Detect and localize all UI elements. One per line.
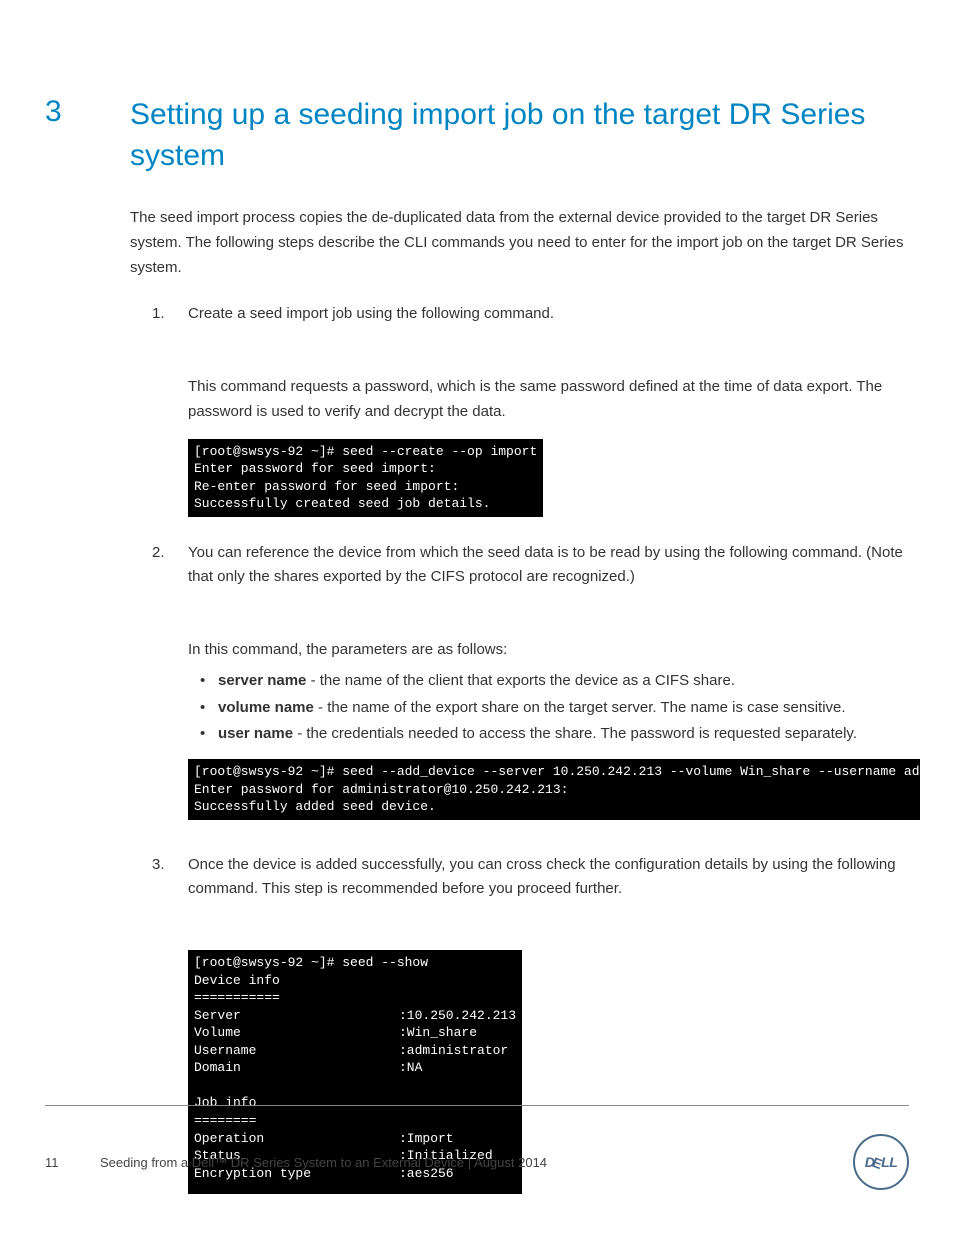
step-2: You can reference the device from which …: [130, 541, 909, 829]
row-key: Domain: [194, 1059, 399, 1077]
row-key: Server: [194, 1007, 399, 1025]
param-desc: - the name of the client that exports th…: [306, 672, 735, 689]
term-cmd: [root@swsys-92 ~]# seed --show: [194, 955, 428, 970]
row-val: :NA: [399, 1059, 516, 1077]
row-val: :10.250.242.213: [399, 1007, 516, 1025]
step-2-subtext: In this command, the parameters are as f…: [188, 638, 909, 663]
step-1-lead: Create a seed import job using the follo…: [188, 305, 554, 322]
row-val: :administrator: [399, 1042, 516, 1060]
section-heading: 3 Setting up a seeding import job on the…: [45, 95, 909, 176]
param-server-name: server name - the name of the client tha…: [188, 669, 909, 694]
param-label: user name: [218, 725, 293, 742]
param-label: volume name: [218, 699, 314, 716]
step-1-subtext: This command requests a password, which …: [188, 375, 909, 425]
row-key: Volume: [194, 1024, 399, 1042]
step-3-lead: Once the device is added successfully, y…: [188, 856, 896, 898]
page-number: 11: [45, 1155, 100, 1170]
param-label: server name: [218, 672, 306, 689]
term-heading: Device info: [194, 973, 280, 988]
param-user-name: user name - the credentials needed to ac…: [188, 722, 909, 747]
step-2-lead: You can reference the device from which …: [188, 544, 903, 586]
section-number: 3: [45, 95, 130, 129]
row-key: Username: [194, 1042, 399, 1060]
dell-logo-icon: DELL: [853, 1134, 909, 1190]
terminal-block-1: [root@swsys-92 ~]# seed --create --op im…: [188, 439, 543, 517]
param-desc: - the credentials needed to access the s…: [293, 725, 857, 742]
param-volume-name: volume name - the name of the export sha…: [188, 696, 909, 721]
page-footer: 11 Seeding from a Dell™ DR Series System…: [45, 1105, 909, 1190]
term-underline: ===========: [194, 990, 280, 1005]
device-info-table: Server:10.250.242.213Volume:Win_shareUse…: [194, 1007, 516, 1077]
row-val: :Win_share: [399, 1024, 516, 1042]
intro-paragraph: The seed import process copies the de-du…: [130, 206, 909, 280]
terminal-block-2: [root@swsys-92 ~]# seed --add_device --s…: [188, 759, 920, 820]
param-list: server name - the name of the client tha…: [188, 669, 909, 747]
steps-list: Create a seed import job using the follo…: [130, 302, 909, 1194]
content-body: The seed import process copies the de-du…: [130, 206, 909, 1194]
step-1: Create a seed import job using the follo…: [130, 302, 909, 516]
section-title: Setting up a seeding import job on the t…: [130, 95, 909, 176]
footer-text: Seeding from a Dell™ DR Series System to…: [100, 1155, 853, 1170]
param-desc: - the name of the export share on the ta…: [314, 699, 846, 716]
